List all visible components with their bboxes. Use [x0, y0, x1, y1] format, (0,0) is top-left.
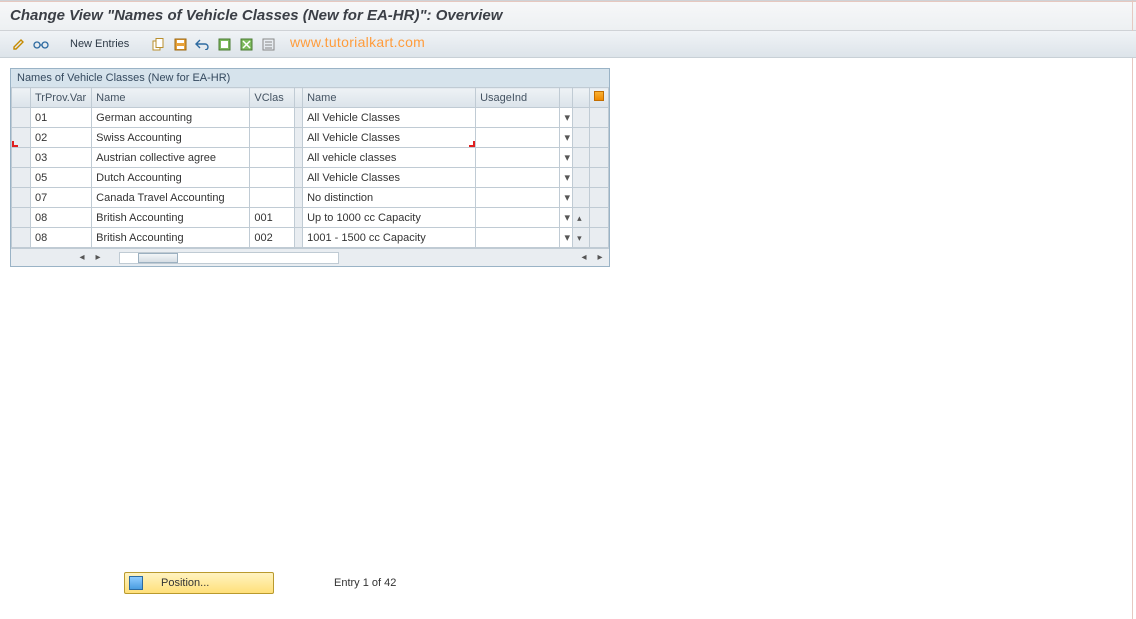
cell-name2[interactable]: Up to 1000 cc Capacity — [303, 208, 476, 228]
row-select[interactable] — [12, 188, 31, 208]
position-button[interactable]: Position... — [124, 572, 274, 594]
undo-icon[interactable] — [193, 35, 211, 53]
page-title: Change View "Names of Vehicle Classes (N… — [10, 7, 1126, 24]
usage-dropdown[interactable]: ▾ — [560, 128, 573, 148]
scroll-left-end-button[interactable]: ◂ — [577, 252, 591, 263]
watermark: www.tutorialkart.com — [290, 34, 425, 50]
cell-usage[interactable] — [476, 128, 560, 148]
deselect-all-icon[interactable] — [237, 35, 255, 53]
cell-name1[interactable]: Swiss Accounting — [92, 128, 250, 148]
table-row: 08 British Accounting 001 Up to 1000 cc … — [12, 208, 609, 228]
row-select[interactable] — [12, 228, 31, 248]
usage-dropdown[interactable]: ▾ — [560, 208, 573, 228]
cell-name1[interactable]: British Accounting — [92, 208, 250, 228]
position-icon — [129, 576, 143, 590]
cell-trprov[interactable]: 01 — [30, 108, 91, 128]
position-label: Position... — [161, 577, 209, 589]
cell-usage[interactable] — [476, 148, 560, 168]
col-scroll — [573, 88, 590, 108]
table-row: 07 Canada Travel Accounting No distincti… — [12, 188, 609, 208]
row-select[interactable] — [12, 148, 31, 168]
cell-trprov[interactable]: 03 — [30, 148, 91, 168]
col-name2[interactable]: Name — [303, 88, 476, 108]
save-icon[interactable] — [171, 35, 189, 53]
col-dd — [560, 88, 573, 108]
new-entries-button[interactable]: New Entries — [64, 38, 135, 50]
toolbar: New Entries www.tutorialkart.com — [0, 31, 1136, 58]
col-trprov[interactable]: TrProv.Var — [30, 88, 91, 108]
cell-trprov[interactable]: 08 — [30, 228, 91, 248]
col-spacer — [294, 88, 302, 108]
usage-dropdown[interactable]: ▾ — [560, 108, 573, 128]
cell-name1[interactable]: Canada Travel Accounting — [92, 188, 250, 208]
cell-trprov[interactable]: 05 — [30, 168, 91, 188]
col-name1[interactable]: Name — [92, 88, 250, 108]
row-select[interactable] — [12, 108, 31, 128]
cell-usage[interactable] — [476, 108, 560, 128]
footer: Position... Entry 1 of 42 — [0, 570, 1136, 596]
data-table[interactable]: TrProv.Var Name VClas Name UsageInd — [11, 87, 609, 248]
cell-name2[interactable]: 1001 - 1500 cc Capacity — [303, 228, 476, 248]
scroll-right-end-button[interactable]: ▸ — [593, 252, 607, 263]
scroll-down-button[interactable] — [573, 228, 590, 248]
cell-vclas[interactable] — [250, 128, 294, 148]
cell-name1[interactable]: Austrian collective agree — [92, 148, 250, 168]
cell-name2[interactable]: All vehicle classes — [303, 148, 476, 168]
usage-dropdown[interactable]: ▾ — [560, 228, 573, 248]
cell-name2[interactable]: No distinction — [303, 188, 476, 208]
select-all-icon[interactable] — [215, 35, 233, 53]
cell-vclas[interactable] — [250, 188, 294, 208]
row-select[interactable] — [12, 208, 31, 228]
table-row: 02 Swiss Accounting All Vehicle Classes … — [12, 128, 609, 148]
col-vclas[interactable]: VClas — [250, 88, 294, 108]
cell-name1[interactable]: British Accounting — [92, 228, 250, 248]
table-row: 01 German accounting All Vehicle Classes… — [12, 108, 609, 128]
cell-name1[interactable]: German accounting — [92, 108, 250, 128]
scroll-thumb[interactable] — [138, 253, 178, 263]
scroll-track[interactable] — [119, 252, 339, 264]
entry-counter: Entry 1 of 42 — [334, 577, 396, 589]
cell-name1[interactable]: Dutch Accounting — [92, 168, 250, 188]
delimit-icon[interactable] — [259, 35, 277, 53]
usage-dropdown[interactable]: ▾ — [560, 188, 573, 208]
scroll-right-button[interactable]: ▸ — [91, 252, 105, 263]
scroll-up-button[interactable] — [573, 208, 590, 228]
config-icon — [594, 91, 604, 101]
cell-vclas[interactable] — [250, 108, 294, 128]
cell-usage[interactable] — [476, 188, 560, 208]
cell-usage[interactable] — [476, 208, 560, 228]
cell-vclas[interactable]: 001 — [250, 208, 294, 228]
cell-usage[interactable] — [476, 168, 560, 188]
title-bar: Change View "Names of Vehicle Classes (N… — [0, 0, 1136, 31]
table-row: 03 Austrian collective agree All vehicle… — [12, 148, 609, 168]
col-select[interactable] — [12, 88, 31, 108]
cell-vclas[interactable] — [250, 168, 294, 188]
horizontal-scrollbar[interactable]: ◂ ▸ ◂ ▸ — [11, 248, 609, 266]
cell-name2[interactable]: All Vehicle Classes — [303, 108, 476, 128]
cell-vclas[interactable] — [250, 148, 294, 168]
table-row: 08 British Accounting 002 1001 - 1500 cc… — [12, 228, 609, 248]
cell-vclas[interactable]: 002 — [250, 228, 294, 248]
cell-trprov[interactable]: 08 — [30, 208, 91, 228]
cell-name2[interactable]: All Vehicle Classes — [303, 168, 476, 188]
usage-dropdown[interactable]: ▾ — [560, 168, 573, 188]
row-select[interactable] — [12, 168, 31, 188]
toggle-display-change-icon[interactable] — [10, 35, 28, 53]
usage-dropdown[interactable]: ▾ — [560, 148, 573, 168]
table-config-button[interactable] — [589, 88, 608, 108]
copy-icon[interactable] — [149, 35, 167, 53]
glasses-icon[interactable] — [32, 35, 50, 53]
col-usage[interactable]: UsageInd — [476, 88, 560, 108]
table-panel: Names of Vehicle Classes (New for EA-HR)… — [10, 68, 610, 267]
table-row: 05 Dutch Accounting All Vehicle Classes … — [12, 168, 609, 188]
cell-name2[interactable]: All Vehicle Classes — [303, 128, 476, 148]
cell-usage[interactable] — [476, 228, 560, 248]
scroll-left-button[interactable]: ◂ — [75, 252, 89, 263]
cell-trprov[interactable]: 02 — [30, 128, 91, 148]
row-select[interactable] — [12, 128, 31, 148]
panel-title: Names of Vehicle Classes (New for EA-HR) — [11, 69, 609, 87]
cell-trprov[interactable]: 07 — [30, 188, 91, 208]
